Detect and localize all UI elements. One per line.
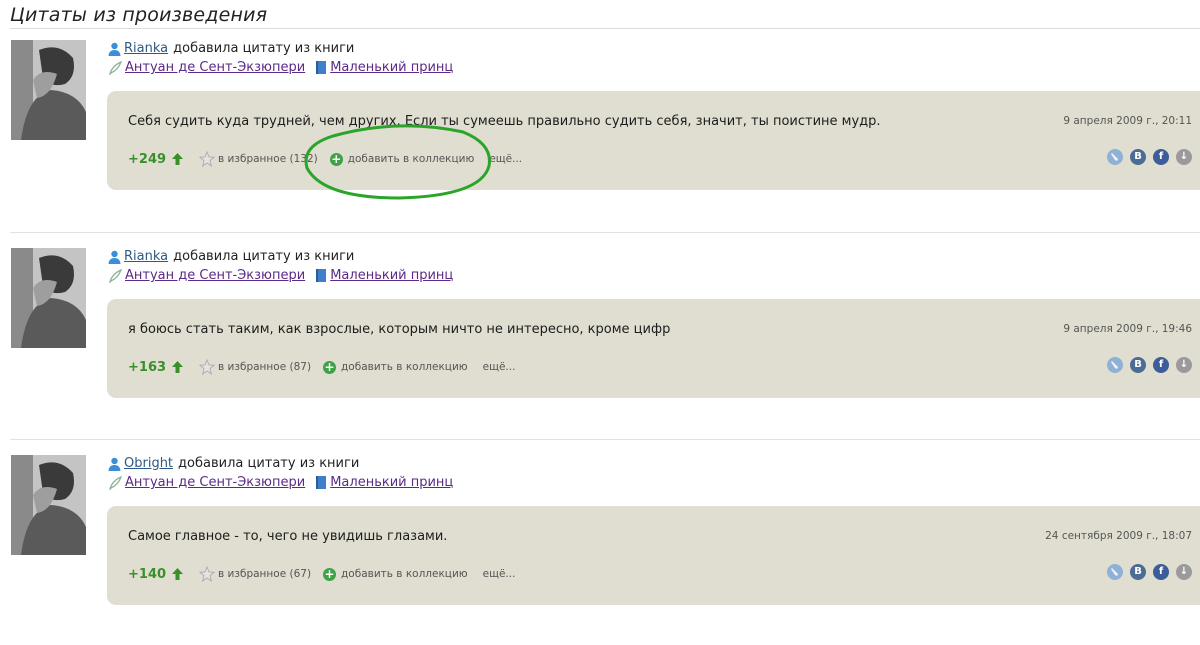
share-buttons: B f ↓: [1100, 357, 1192, 373]
vote-score: +163: [128, 359, 167, 375]
user-icon: [108, 42, 121, 56]
quote-meta-user: Obright добавила цитату из книги: [108, 456, 359, 471]
quill-icon: [109, 475, 122, 490]
collection-label: добавить в коллекцию: [341, 568, 468, 580]
star-icon: [199, 566, 216, 582]
user-link[interactable]: Rianka: [124, 249, 168, 264]
book-icon: [316, 269, 327, 282]
quote-item: Rianka добавила цитату из книги Антуан д…: [0, 30, 1200, 230]
vote-score: +140: [128, 566, 167, 582]
facebook-icon[interactable]: f: [1153, 357, 1169, 373]
quill-icon: [109, 268, 122, 283]
facebook-icon[interactable]: f: [1153, 564, 1169, 580]
quote-card: Себя судить куда трудней, чем других. Ес…: [107, 91, 1200, 190]
quill-icon: [109, 60, 122, 75]
quote-meta-book: Антуан де Сент-Экзюпери Маленький принц: [108, 475, 453, 490]
avatar[interactable]: [11, 248, 86, 348]
quote-text: я боюсь стать таким, как взрослые, котор…: [128, 322, 671, 337]
add-icon: +: [329, 151, 343, 166]
title-divider: [10, 28, 1200, 29]
author-link[interactable]: Антуан де Сент-Экзюпери: [125, 475, 305, 490]
divider: [10, 232, 1200, 233]
add-icon: +: [323, 566, 337, 581]
book-link[interactable]: Маленький принц: [330, 475, 453, 490]
quote-card: я боюсь стать таким, как взрослые, котор…: [107, 299, 1200, 398]
quote-date: 24 сентября 2009 г., 18:07: [1045, 530, 1192, 542]
quote-meta-user: Rianka добавила цитату из книги: [108, 249, 354, 264]
vkontakte-icon[interactable]: B: [1130, 149, 1146, 165]
quote-date: 9 апреля 2009 г., 19:46: [1063, 323, 1192, 335]
book-link[interactable]: Маленький принц: [330, 268, 453, 283]
favorite-button[interactable]: в избранное (87): [199, 359, 311, 375]
quote-meta-user: Rianka добавила цитату из книги: [108, 41, 354, 56]
vote-score: +249: [128, 151, 167, 167]
vkontakte-icon[interactable]: B: [1130, 564, 1146, 580]
quote-text: Себя судить куда трудней, чем других. Ес…: [128, 114, 881, 129]
upvote-arrow-icon[interactable]: [172, 568, 184, 580]
user-link[interactable]: Rianka: [124, 41, 168, 56]
add-to-collection-button[interactable]: + добавить в коллекцию: [323, 566, 468, 581]
page-title: Цитаты из произведения: [10, 4, 268, 26]
action-text: добавила цитату из книги: [173, 41, 355, 56]
download-icon[interactable]: ↓: [1176, 149, 1192, 165]
avatar[interactable]: [11, 455, 86, 555]
livejournal-icon[interactable]: [1107, 149, 1123, 165]
favorite-label: в избранное (87): [218, 361, 312, 373]
download-icon[interactable]: ↓: [1176, 357, 1192, 373]
user-icon: [108, 250, 121, 264]
book-link[interactable]: Маленький принц: [330, 60, 453, 75]
share-buttons: B f ↓: [1100, 149, 1192, 165]
vkontakte-icon[interactable]: B: [1130, 357, 1146, 373]
more-link[interactable]: ещё...: [483, 568, 516, 580]
livejournal-icon[interactable]: [1107, 564, 1123, 580]
star-icon: [199, 151, 216, 167]
facebook-icon[interactable]: f: [1153, 149, 1169, 165]
author-link[interactable]: Антуан де Сент-Экзюпери: [125, 60, 305, 75]
livejournal-icon[interactable]: [1107, 357, 1123, 373]
avatar[interactable]: [11, 40, 86, 140]
favorite-label: в избранное (132): [218, 153, 318, 165]
quote-date: 9 апреля 2009 г., 20:11: [1063, 115, 1192, 127]
user-icon: [108, 457, 121, 471]
quote-item: Rianka добавила цитату из книги Антуан д…: [0, 232, 1200, 438]
quote-actions: +140 в избранное (67) + добавить в колле…: [128, 565, 515, 583]
add-to-collection-button[interactable]: + добавить в коллекцию: [323, 359, 468, 374]
quote-meta-book: Антуан де Сент-Экзюпери Маленький принц: [108, 60, 453, 75]
quote-item: Obright добавила цитату из книги Антуан …: [0, 439, 1200, 645]
divider: [10, 439, 1200, 440]
quote-actions: +163 в избранное (87) + добавить в колле…: [128, 358, 515, 376]
quote-meta-book: Антуан де Сент-Экзюпери Маленький принц: [108, 268, 453, 283]
quote-actions: +249 в избранное (132) + добавить в колл…: [128, 150, 522, 168]
user-link[interactable]: Obright: [124, 456, 173, 471]
upvote-arrow-icon[interactable]: [172, 153, 184, 165]
quote-text: Самое главное - то, чего не увидишь глаз…: [128, 529, 448, 544]
book-icon: [316, 476, 327, 489]
book-icon: [316, 61, 327, 74]
share-buttons: B f ↓: [1100, 564, 1192, 580]
collection-label: добавить в коллекцию: [341, 361, 468, 373]
more-link[interactable]: ещё...: [489, 153, 522, 165]
collection-label: добавить в коллекцию: [347, 153, 475, 165]
favorite-label: в избранное (67): [218, 568, 312, 580]
author-link[interactable]: Антуан де Сент-Экзюпери: [125, 268, 305, 283]
add-icon: +: [323, 359, 337, 374]
action-text: добавила цитату из книги: [173, 249, 355, 264]
favorite-button[interactable]: в избранное (67): [199, 566, 311, 582]
more-link[interactable]: ещё...: [483, 361, 516, 373]
action-text: добавила цитату из книги: [178, 456, 360, 471]
download-icon[interactable]: ↓: [1176, 564, 1192, 580]
quote-card: Самое главное - то, чего не увидишь глаз…: [107, 506, 1200, 605]
favorite-button[interactable]: в избранное (132): [199, 151, 318, 167]
upvote-arrow-icon[interactable]: [172, 361, 184, 373]
add-to-collection-button[interactable]: + добавить в коллекцию: [329, 151, 475, 166]
star-icon: [199, 359, 216, 375]
